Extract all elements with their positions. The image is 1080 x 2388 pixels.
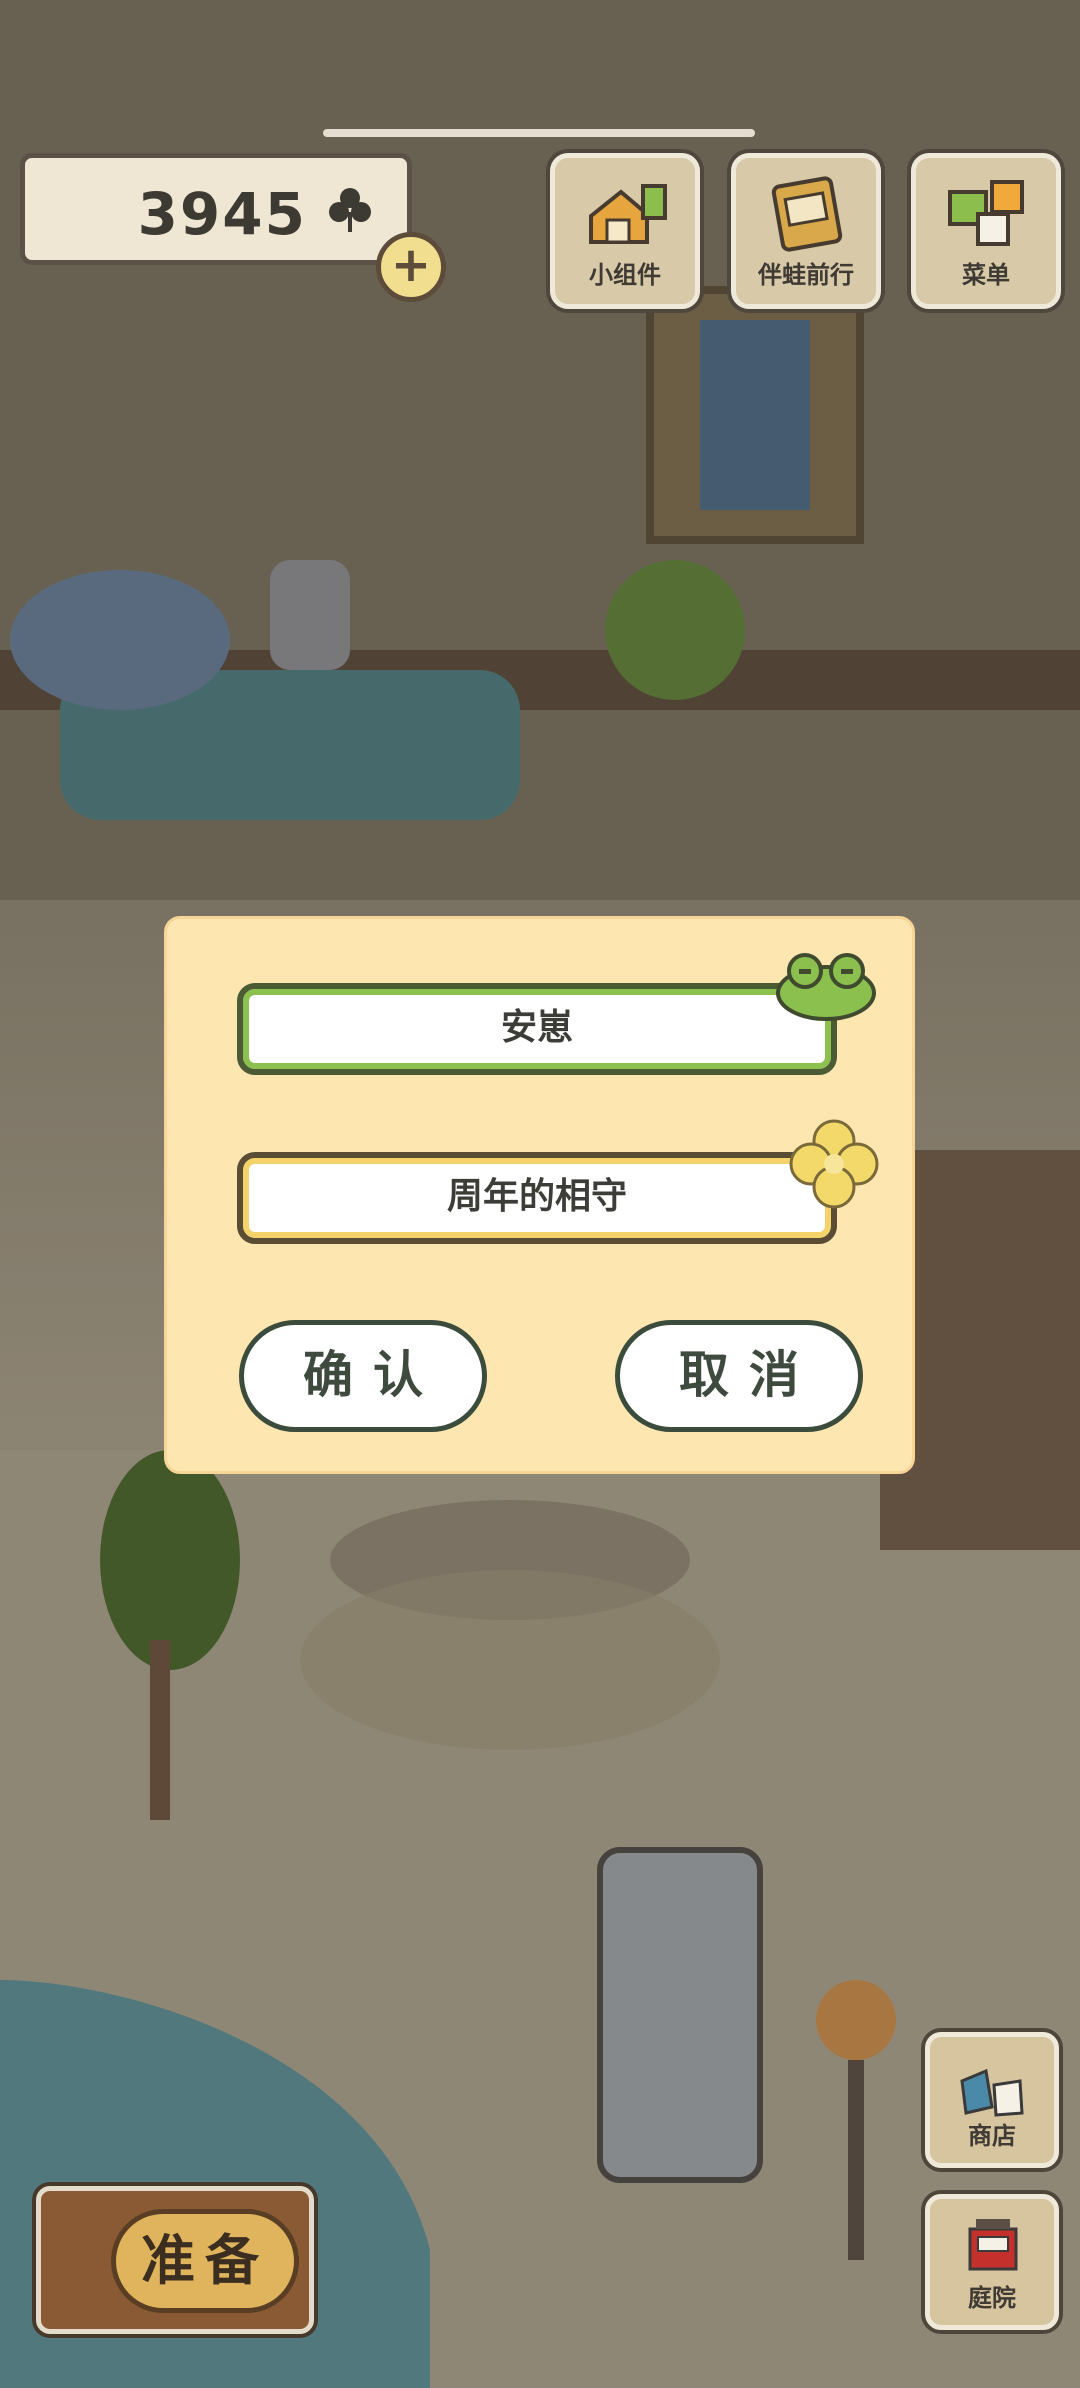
menu-icon (948, 180, 1024, 246)
prepare-label: 准备 (111, 2209, 299, 2313)
menu-button[interactable]: 菜单 (911, 153, 1061, 309)
clover-flower-icon (789, 1119, 879, 1209)
cancel-button[interactable]: 取消 (615, 1320, 863, 1432)
travel-with-frog-label: 伴蛙前行 (758, 261, 854, 289)
shop-label: 商店 (968, 2122, 1016, 2150)
confirm-button[interactable]: 确认 (239, 1320, 487, 1432)
home-indicator (323, 129, 755, 137)
travel-journal-icon (771, 176, 843, 252)
widget-icon (589, 184, 667, 244)
menu-label: 菜单 (962, 261, 1010, 289)
frog-head-icon (776, 953, 876, 1021)
clover-count: 3945 (137, 180, 307, 248)
garden-label: 庭院 (968, 2284, 1016, 2312)
shop-button[interactable]: 商店 (925, 2032, 1059, 2168)
widget-label: 小组件 (589, 261, 661, 289)
garden-button[interactable]: 庭院 (925, 2194, 1059, 2330)
clover-icon (329, 188, 371, 232)
travel-with-frog-button[interactable]: 伴蛙前行 (731, 153, 881, 309)
frog-name-input[interactable]: 安崽 (237, 983, 837, 1075)
widget-button[interactable]: 小组件 (550, 153, 700, 309)
motto-input[interactable]: 周年的相守 (237, 1152, 837, 1244)
prepare-button[interactable]: 准备 (36, 2186, 314, 2334)
garden-gate-icon (968, 2219, 1018, 2271)
shop-bag-icon (960, 2068, 1024, 2117)
rename-dialog: 安崽 周年的相守 确认 取消 (164, 916, 915, 1474)
clover-counter: 3945 (20, 153, 412, 265)
add-clover-button[interactable]: + (376, 232, 446, 302)
